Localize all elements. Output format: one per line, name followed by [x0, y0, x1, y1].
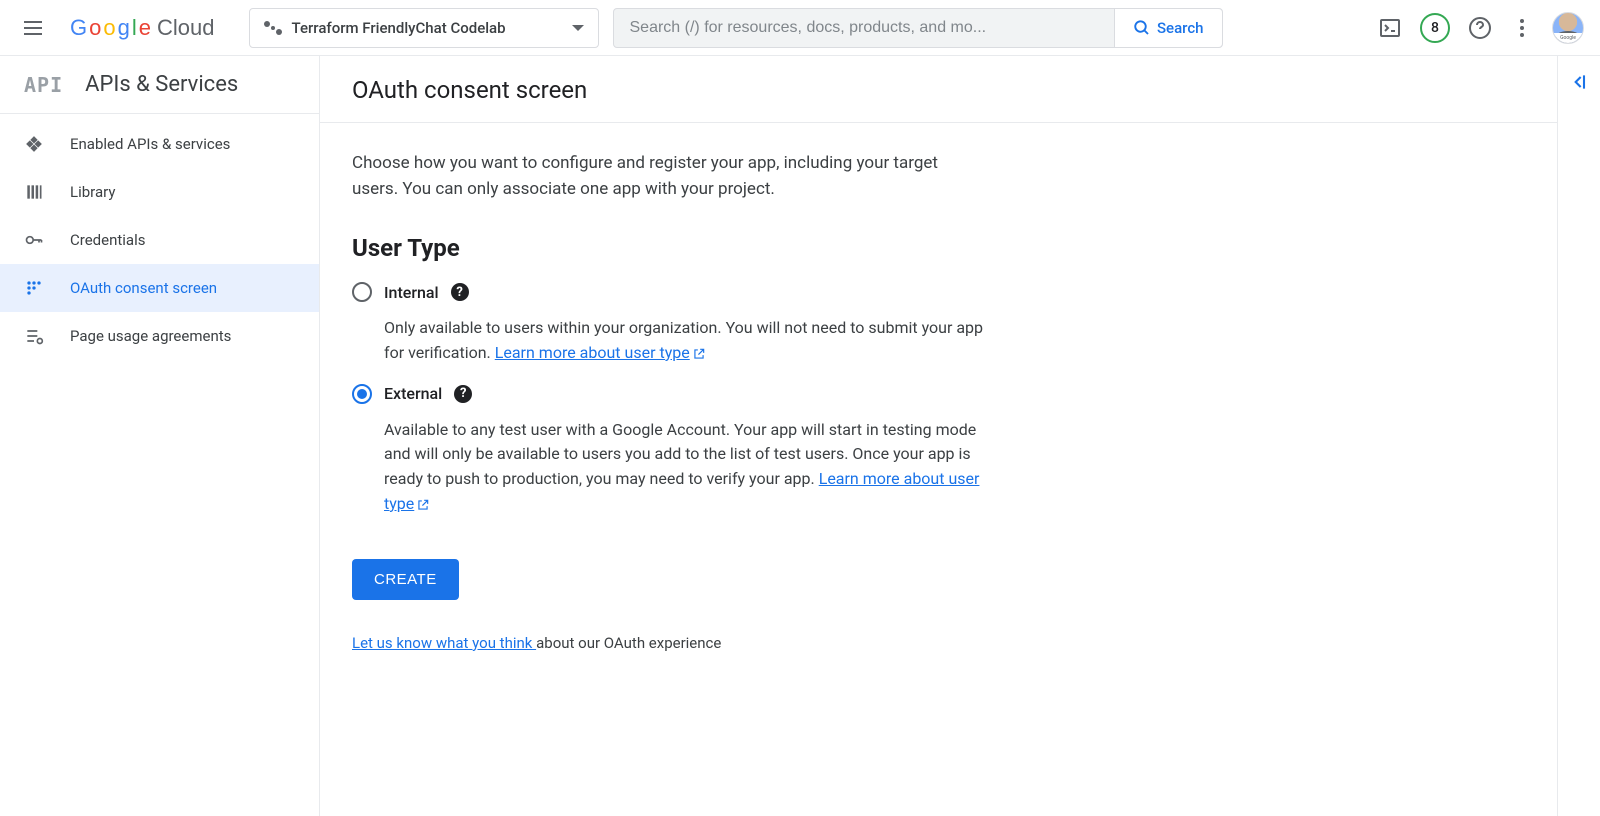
right-panel	[1558, 56, 1600, 816]
main-content: OAuth consent screen Choose how you want…	[320, 56, 1558, 816]
consent-icon	[24, 278, 44, 298]
learn-more-internal-link[interactable]: Learn more about user type	[495, 343, 706, 362]
free-trial-badge[interactable]: 8	[1420, 13, 1450, 43]
intro-text: Choose how you want to configure and reg…	[352, 151, 962, 202]
menu-icon[interactable]	[16, 8, 56, 48]
radio-internal-label: Internal	[384, 283, 439, 302]
sidebar-item-label: OAuth consent screen	[70, 279, 217, 297]
header-actions: 8 Google	[1378, 12, 1584, 44]
sidebar-header: API APIs & Services	[0, 56, 319, 114]
search-input[interactable]	[614, 19, 1114, 37]
project-icon	[264, 19, 282, 37]
key-icon	[24, 230, 44, 250]
search-bar: Search	[613, 8, 1223, 48]
search-button-label: Search	[1157, 19, 1204, 37]
help-icon[interactable]: ?	[451, 283, 469, 301]
agreement-icon	[24, 326, 44, 346]
sidebar-item-label: Enabled APIs & services	[70, 135, 230, 153]
radio-external-description: Available to any test user with a Google…	[384, 418, 1004, 517]
sidebar-title: APIs & Services	[85, 72, 238, 97]
help-icon[interactable]	[1468, 16, 1492, 40]
project-picker[interactable]: Terraform FriendlyChat Codelab	[249, 8, 599, 48]
header: Google Cloud Terraform FriendlyChat Code…	[0, 0, 1600, 56]
user-type-radio-group: Internal ? Only available to users withi…	[352, 282, 1288, 517]
sidebar-item-label: Library	[70, 183, 115, 201]
cloud-shell-icon[interactable]	[1378, 16, 1402, 40]
sidebar-item-oauth-consent[interactable]: OAuth consent screen	[0, 264, 319, 312]
sidebar-item-label: Page usage agreements	[70, 327, 231, 345]
page-title: OAuth consent screen	[320, 56, 1557, 123]
avatar[interactable]: Google	[1552, 12, 1584, 44]
radio-external-label: External	[384, 384, 442, 403]
user-type-heading: User Type	[352, 234, 1288, 262]
feedback-link[interactable]: Let us know what you think	[352, 634, 536, 652]
feedback-line: Let us know what you think about our OAu…	[352, 634, 1288, 652]
sidebar-nav: Enabled APIs & services Library Credenti…	[0, 114, 319, 360]
sidebar-item-enabled-apis[interactable]: Enabled APIs & services	[0, 120, 319, 168]
search-icon	[1133, 19, 1151, 37]
help-icon[interactable]: ?	[454, 385, 472, 403]
sidebar: API APIs & Services Enabled APIs & servi…	[0, 56, 320, 816]
radio-internal[interactable]	[352, 282, 372, 302]
external-link-icon	[692, 347, 706, 361]
external-link-icon	[416, 498, 430, 512]
radio-internal-description: Only available to users within your orga…	[384, 316, 1004, 366]
diamond-icon	[24, 134, 44, 154]
sidebar-item-credentials[interactable]: Credentials	[0, 216, 319, 264]
logo-cloud-text: Cloud	[157, 15, 214, 41]
api-logo: API	[24, 73, 63, 97]
panel-toggle-icon[interactable]	[1569, 72, 1589, 92]
sidebar-item-page-usage[interactable]: Page usage agreements	[0, 312, 319, 360]
google-cloud-logo[interactable]: Google Cloud	[70, 15, 215, 41]
library-icon	[24, 182, 44, 202]
search-button[interactable]: Search	[1114, 9, 1222, 47]
radio-external[interactable]	[352, 384, 372, 404]
create-button[interactable]: CREATE	[352, 559, 459, 600]
sidebar-item-label: Credentials	[70, 231, 145, 249]
more-icon[interactable]	[1510, 16, 1534, 40]
project-name: Terraform FriendlyChat Codelab	[292, 19, 506, 37]
chevron-down-icon	[572, 25, 584, 31]
sidebar-item-library[interactable]: Library	[0, 168, 319, 216]
